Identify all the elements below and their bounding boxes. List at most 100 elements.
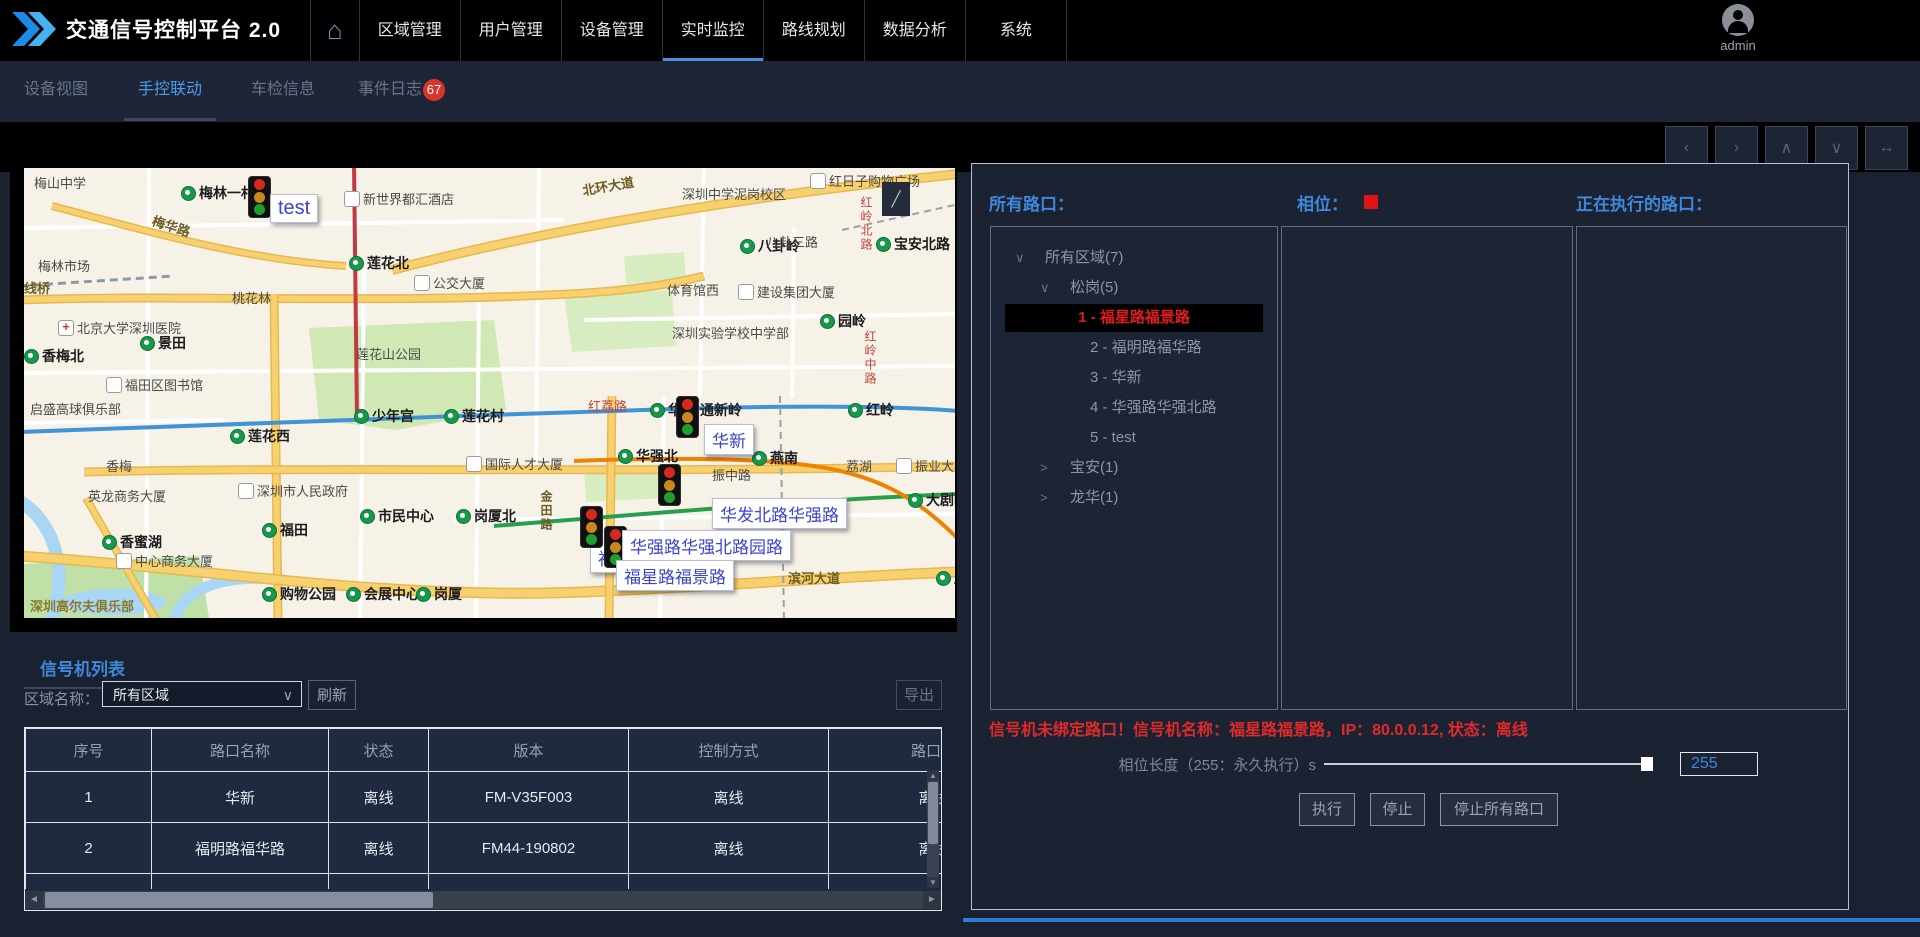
map-poi-label: 红荔路 — [588, 396, 627, 415]
stop-all-button[interactable]: 停止所有路口 — [1440, 793, 1558, 826]
tree-node[interactable]: >龙华(1) — [991, 483, 1277, 513]
tree-node[interactable]: 2 - 福明路福华路 — [991, 333, 1277, 363]
map-station-label: 岗厦北 — [456, 506, 516, 526]
scroll-left-icon[interactable]: ◄ — [25, 891, 43, 909]
tree-node-label: 5 - test — [1090, 423, 1136, 453]
tree-node[interactable]: 3 - 华新 — [991, 363, 1277, 393]
metro-station-icon — [740, 239, 755, 254]
table-cell: 3 — [26, 874, 152, 890]
metro-station-icon — [650, 403, 665, 418]
horizontal-scroll-thumb[interactable] — [45, 892, 433, 908]
phase-length-slider[interactable] — [1324, 763, 1650, 765]
tree-node[interactable]: ∨松岗(5) — [991, 273, 1277, 303]
tree-node-selected[interactable]: 1 - 福星路福景路 — [991, 303, 1277, 333]
map-label-text: 红岭 — [866, 400, 894, 420]
map-poi-label: 桃花林 — [232, 288, 271, 307]
nav-item-monitor[interactable]: 实时监控 — [662, 0, 763, 61]
metro-station-icon — [354, 409, 369, 424]
unbound-warning: 信号机未绑定路口！信号机名称：福星路福景路，IP：80.0.0.12, 状态：离… — [989, 716, 1528, 740]
tree-node[interactable]: ∨ 所有区域(7) — [991, 243, 1277, 273]
table-vertical-scrollbar[interactable]: ▲ ▼ — [927, 770, 939, 888]
chevron-right-icon[interactable]: > — [1040, 483, 1048, 513]
nav-item-user[interactable]: 用户管理 — [460, 0, 561, 61]
nav-item-system[interactable]: 系统 — [965, 0, 1067, 61]
map-label-text: 莲花北 — [367, 253, 409, 273]
chevron-down-icon[interactable]: ∨ — [1040, 273, 1050, 303]
tab-vehicle-info[interactable]: 车检信息 — [251, 61, 315, 119]
table-row[interactable]: 1华新离线FM-V35F003离线离线 — [26, 772, 942, 823]
table-horizontal-scrollbar[interactable]: ◄ ► — [25, 891, 941, 909]
home-icon[interactable]: ⌂ — [310, 0, 359, 61]
tree-node[interactable]: 5 - test — [991, 423, 1277, 453]
map-label-text: 金田路 — [538, 490, 555, 532]
execute-button[interactable]: 执行 — [1299, 793, 1355, 826]
traffic-light-marker[interactable] — [580, 506, 603, 548]
map-station-label: 少年宫 — [354, 406, 414, 426]
tree-node-label: 3 - 华新 — [1090, 363, 1142, 393]
phase-length-input[interactable] — [1680, 752, 1758, 776]
map-label-text: 市民中心 — [378, 506, 434, 526]
poi-icon — [810, 173, 826, 189]
pager-expand-button[interactable]: ↔ — [1865, 126, 1908, 170]
map-station-label: 市民中心 — [360, 506, 434, 526]
chevron-right-icon[interactable]: > — [1040, 453, 1048, 483]
metro-station-icon — [360, 509, 375, 524]
map-label-text: 梅林市场 — [38, 256, 90, 275]
map-label-text: 香梅北 — [42, 346, 84, 366]
traffic-light-marker[interactable] — [248, 176, 271, 218]
poi-icon — [344, 191, 360, 207]
table-header-cell: 路口时 — [829, 729, 942, 772]
map-edit-tool[interactable]: ╱ — [882, 182, 910, 216]
junction-tree: ∨所有区域(7)∨松岗(5)1 - 福星路福景路2 - 福明路福华路3 - 华新… — [991, 227, 1277, 513]
user-menu[interactable]: admin — [1702, 4, 1774, 53]
map-poi-label: 深圳市人民政府 — [238, 481, 348, 500]
map-poi-label: 中心商务大厦 — [116, 551, 213, 570]
traffic-light-marker[interactable] — [658, 464, 681, 506]
bottom-scroll-indicator[interactable] — [963, 918, 1920, 922]
tree-node-label: 所有区域(7) — [1045, 243, 1123, 273]
scroll-up-icon[interactable]: ▲ — [927, 770, 939, 781]
down-arrow-icon: ∨ — [1831, 138, 1843, 158]
nav-item-route[interactable]: 路线规划 — [763, 0, 864, 61]
map-label-text: 红岭中路 — [862, 330, 879, 386]
map-station-label: 宝安北路 — [876, 234, 950, 254]
metro-station-icon — [102, 535, 117, 550]
nav-item-device[interactable]: 设备管理 — [561, 0, 662, 61]
tab-label: 设备视图 — [24, 81, 88, 98]
map-canvas[interactable]: 梅山中学梅林一村新世界都汇酒店北环大道红日子购物广场深圳中学泥岗校区八卦岭八卦三… — [24, 168, 955, 618]
tab-label: 事件日志 — [358, 81, 422, 98]
vertical-scroll-thumb[interactable] — [928, 782, 938, 844]
tab-event-log[interactable]: 事件日志67 — [358, 61, 445, 119]
export-button[interactable]: 导出 — [896, 680, 942, 710]
tree-node[interactable]: 4 - 华强路华强北路 — [991, 393, 1277, 423]
tree-node[interactable]: >宝安(1) — [991, 453, 1277, 483]
map-poi-label: 振中路 — [712, 465, 751, 484]
green-light-icon — [254, 204, 265, 215]
yellow-light-icon — [682, 412, 693, 423]
table-row[interactable]: 3福星路福景路离线未知离线离线 — [26, 874, 942, 890]
tab-device-view[interactable]: 设备视图 — [24, 61, 88, 119]
map-poi-label: 金田路 — [538, 490, 555, 532]
region-select[interactable]: 所有区域 ∨ — [102, 681, 302, 707]
metro-station-icon — [262, 587, 277, 602]
map-label-text: 景田 — [158, 333, 186, 353]
chevron-down-icon[interactable]: ∨ — [1015, 243, 1025, 273]
scroll-right-icon[interactable]: ► — [923, 891, 941, 909]
table-row[interactable]: 2福明路福华路离线FM44-190802离线离线 — [26, 823, 942, 874]
tab-manual-control[interactable]: 手控联动 — [138, 61, 202, 119]
metro-station-icon — [618, 449, 633, 464]
traffic-light-marker[interactable] — [676, 396, 699, 438]
executing-box — [1576, 226, 1847, 710]
map-poi-label: 振业大厦 — [896, 456, 955, 475]
slider-handle[interactable] — [1641, 757, 1653, 771]
refresh-button[interactable]: 刷新 — [308, 680, 356, 710]
nav-item-region[interactable]: 区域管理 — [359, 0, 460, 61]
red-light-icon — [664, 467, 675, 478]
map-label-text: 启盛高球俱乐部 — [30, 399, 121, 418]
map-station-label: 福田 — [262, 520, 308, 540]
nav-item-data[interactable]: 数据分析 — [864, 0, 965, 61]
stop-button[interactable]: 停止 — [1370, 793, 1425, 826]
map-poi-label: 梅山中学 — [34, 173, 86, 192]
map-label-text: 莲花村 — [462, 406, 504, 426]
scroll-down-icon[interactable]: ▼ — [927, 877, 939, 888]
